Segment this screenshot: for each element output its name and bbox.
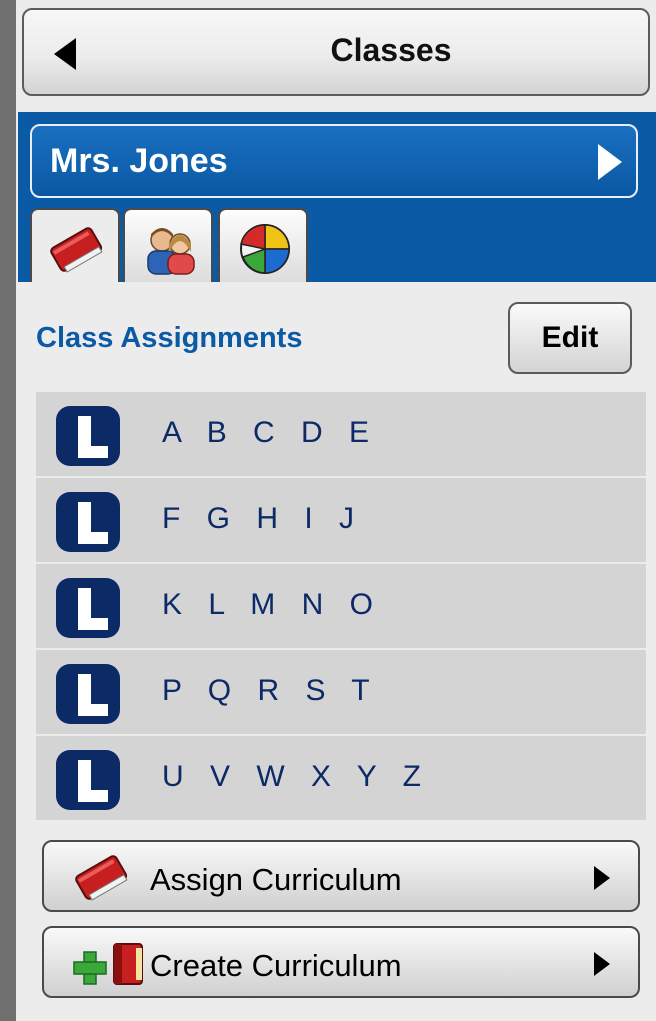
lesson-icon — [56, 750, 120, 810]
back-to-classes-button[interactable]: Classes — [22, 8, 650, 96]
assignment-label: A B C D E — [162, 416, 379, 449]
assignment-label: F G H I J — [162, 502, 363, 535]
pie-chart-icon — [235, 222, 295, 281]
assignment-label: U V W X Y Z — [162, 760, 430, 793]
chevron-right-icon — [594, 952, 610, 976]
teacher-selector[interactable]: Mrs. Jones — [30, 124, 638, 198]
add-book-icon — [70, 938, 150, 993]
list-item[interactable]: K L M N O — [36, 564, 646, 650]
chevron-right-icon — [598, 144, 622, 180]
book-icon — [47, 222, 107, 281]
assignment-label: K L M N O — [162, 588, 382, 621]
section-title: Class Assignments — [36, 322, 303, 354]
list-item[interactable]: P Q R S T — [36, 650, 646, 736]
list-item[interactable]: A B C D E — [36, 392, 646, 478]
assign-curriculum-label: Assign Curriculum — [150, 862, 402, 897]
back-button-label: Classes — [330, 32, 452, 68]
assignments-content: Class Assignments Edit A B C D E F G H I… — [18, 282, 656, 1021]
book-icon — [72, 850, 132, 909]
chevron-right-icon — [594, 866, 610, 890]
lesson-icon — [56, 578, 120, 638]
tab-assignments[interactable] — [30, 208, 120, 288]
tab-students[interactable] — [123, 208, 213, 282]
tab-reports[interactable] — [218, 208, 308, 282]
assign-curriculum-button[interactable]: Assign Curriculum — [42, 840, 640, 912]
class-panel: Mrs. Jones Class Assignments Edit A B C … — [18, 112, 656, 1021]
students-icon — [140, 222, 200, 281]
lesson-icon — [56, 492, 120, 552]
teacher-name: Mrs. Jones — [50, 142, 228, 180]
list-item[interactable]: F G H I J — [36, 478, 646, 564]
edit-button[interactable]: Edit — [508, 302, 632, 374]
assignment-label: P Q R S T — [162, 674, 379, 707]
lesson-icon — [56, 406, 120, 466]
assignment-list: A B C D E F G H I J K L M N O P Q R S T … — [36, 392, 646, 822]
create-curriculum-button[interactable]: Create Curriculum — [42, 926, 640, 998]
list-item[interactable]: U V W X Y Z — [36, 736, 646, 822]
lesson-icon — [56, 664, 120, 724]
create-curriculum-label: Create Curriculum — [150, 948, 402, 983]
